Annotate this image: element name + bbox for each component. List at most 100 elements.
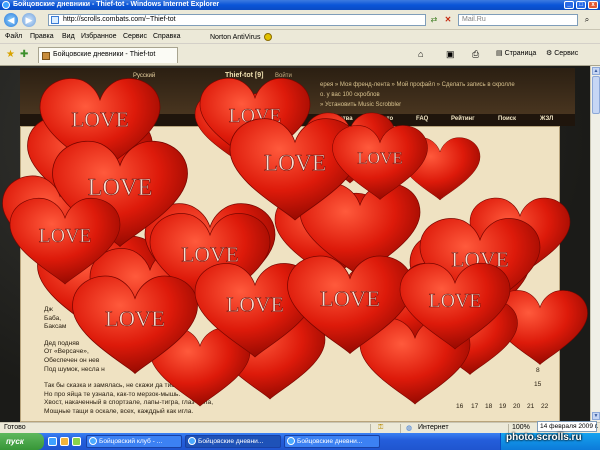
nav-search[interactable]: Поиск <box>498 116 516 122</box>
quicklaunch-desktop-icon[interactable] <box>72 437 81 446</box>
menu-bar: Файл Правка Вид Избранное Сервис Справка… <box>0 30 600 44</box>
menu-favorites[interactable]: Избранное <box>81 33 116 40</box>
ie-task-icon <box>89 437 97 445</box>
user-name[interactable]: Thief-tot [9] <box>225 72 264 79</box>
task-label: Бойцовские дневни... <box>297 438 363 445</box>
window-titlebar[interactable]: Бойцовские дневники - Thief-tot - Window… <box>0 0 600 10</box>
tools-menu[interactable]: ⚙ Сервис <box>546 49 578 57</box>
language-label[interactable]: Русский <box>133 73 155 79</box>
menu-edit[interactable]: Правка <box>30 33 54 40</box>
favorites-star-icon[interactable]: ★ <box>6 49 15 60</box>
go-arrow-icon[interactable]: ⇄ <box>428 14 440 26</box>
calendar-day[interactable]: 16 <box>456 403 463 410</box>
taskbar-task[interactable]: Бойцовский клуб - ... <box>86 435 182 448</box>
maximize-button[interactable]: □ <box>576 1 586 9</box>
menu-file[interactable]: Файл <box>5 33 22 40</box>
header-links-row-3[interactable]: » Установить Music Scrobbler <box>320 102 401 108</box>
calendar-day[interactable]: 17 <box>471 403 478 410</box>
diary-line: Под шумок, несла н <box>44 365 105 373</box>
menu-help[interactable]: Справка <box>153 33 180 40</box>
norton-antivirus-menu[interactable]: Norton AntiVirus <box>210 33 273 41</box>
menu-view[interactable]: Вид <box>62 33 75 40</box>
address-toolbar: ◀ ▶ http://scrolls.combats.com/~Thief-to… <box>0 10 600 30</box>
tab-active[interactable]: Бойцовские дневники - Thief-tot <box>38 47 178 63</box>
tab-label: Бойцовские дневники - Thief-tot <box>53 51 156 58</box>
diary-line: Баба, <box>44 314 62 322</box>
window-title: Бойцовские дневники - Thief-tot - Window… <box>13 1 220 8</box>
diary-line: Баксам <box>44 323 67 331</box>
ie-task-icon <box>188 437 196 445</box>
menu-tools[interactable]: Сервис <box>123 33 147 40</box>
calendar-day[interactable]: 8 <box>536 367 540 374</box>
globe-icon: ◍ <box>406 425 413 432</box>
date-display: 14 февраля 2009 г. <box>537 421 598 432</box>
nav-communities[interactable]: ообщества <box>320 116 353 122</box>
header-links-row-2[interactable]: о. у вас 100 скроблов <box>320 92 380 98</box>
add-favorites-icon[interactable]: ✚ <box>20 49 28 60</box>
diary-line: Хвост, накаченный в спортзале, лапы-тигр… <box>44 399 214 407</box>
back-button[interactable]: ◀ <box>4 13 18 27</box>
diary-line: Дж <box>44 306 53 313</box>
taskbar-task-active[interactable]: Бойцовские дневни... <box>185 435 281 448</box>
nav-rating[interactable]: Рейтинг <box>451 116 475 122</box>
search-input[interactable]: Mail.Ru <box>458 14 578 26</box>
address-input[interactable]: http://scrolls.combats.com/~Thief-tot <box>48 14 426 26</box>
site-nav: ообщества Фото FAQ Рейтинг Поиск ЖЗЛ <box>20 114 575 126</box>
norton-label: Norton AntiVirus <box>210 33 261 41</box>
search-icon[interactable]: ⌕ <box>579 14 595 26</box>
task-label: Бойцовские дневни... <box>198 438 264 445</box>
quicklaunch-folder-icon[interactable] <box>60 437 69 446</box>
start-button[interactable]: пуск <box>0 433 44 450</box>
feeds-icon[interactable]: ▣ <box>446 49 455 60</box>
status-text: Готово <box>4 424 26 431</box>
scroll-up-icon[interactable]: ▲ <box>592 67 600 75</box>
ie-logo-icon <box>2 1 10 9</box>
task-label: Бойцовский клуб - ... <box>99 438 163 445</box>
login-link[interactable]: Войти <box>275 73 292 79</box>
scroll-thumb[interactable] <box>592 76 600 114</box>
norton-icon <box>264 33 273 41</box>
calendar-day[interactable]: 22 <box>541 403 548 410</box>
header-links-row-1[interactable]: ерея » Моя френд-лента » Мой профайл » С… <box>320 82 515 88</box>
ie-task-icon <box>287 437 295 445</box>
page-menu-icon: ▤ <box>496 50 503 57</box>
home-icon[interactable]: ⌂ <box>418 49 423 59</box>
calendar-day[interactable]: 20 <box>513 403 520 410</box>
nav-faq[interactable]: FAQ <box>416 116 428 122</box>
diary-line: Обеспечен он нев <box>44 356 100 364</box>
page-viewport[interactable]: Русский Thief-tot [9] Войти ерея » Моя ф… <box>0 66 590 422</box>
stop-button[interactable]: ✕ <box>442 14 454 26</box>
vertical-scrollbar[interactable]: ▲ ▼ <box>590 66 600 422</box>
diary-line: Дед подняв <box>44 339 80 347</box>
calendar-day[interactable]: 18 <box>485 403 492 410</box>
minimize-button[interactable]: _ <box>564 1 574 9</box>
site-header: Русский Thief-tot [9] Войти ерея » Моя ф… <box>20 68 575 116</box>
nav-photo[interactable]: Фото <box>378 116 393 122</box>
zone-text: Интернет <box>418 424 449 431</box>
gear-icon: ⚙ <box>546 50 553 57</box>
security-icon[interactable]: ⚿ <box>378 424 383 432</box>
address-text: http://scrolls.combats.com/~Thief-tot <box>63 16 176 23</box>
page-menu[interactable]: ▤ Страница <box>496 49 536 57</box>
close-window-button[interactable]: x <box>588 1 598 9</box>
forward-button[interactable]: ▶ <box>22 13 36 27</box>
quicklaunch-ie-icon[interactable] <box>48 437 57 446</box>
calendar-day[interactable]: 21 <box>527 403 534 410</box>
site-favicon-icon <box>42 52 50 60</box>
zoom-level[interactable]: 100% <box>512 424 530 431</box>
diary-line: Так бы сказка и замялась, не скажи да ти… <box>44 382 182 390</box>
scroll-down-icon[interactable]: ▼ <box>592 412 600 420</box>
diary-line: От «Версаче», <box>44 348 89 356</box>
page-menu-label: Страница <box>504 50 537 57</box>
watermark: photo.scrolls.ru <box>506 432 582 443</box>
taskbar-task[interactable]: Бойцовские дневни... <box>284 435 380 448</box>
tab-bar: ★ ✚ Бойцовские дневники - Thief-tot ⌂ ▣ … <box>0 44 600 66</box>
page-icon <box>51 16 59 24</box>
diary-line: Мощные тащи в оскале, всех, кажддый как … <box>44 407 194 415</box>
calendar-day[interactable]: 19 <box>499 403 506 410</box>
diary-text: Дж Баба, Баксам Дед подняв От «Версаче»,… <box>44 306 334 417</box>
tools-menu-label: Сервис <box>554 50 579 57</box>
nav-zhzl[interactable]: ЖЗЛ <box>540 116 553 122</box>
print-icon[interactable]: ⎙ <box>472 49 479 60</box>
calendar-day[interactable]: 15 <box>534 381 541 388</box>
